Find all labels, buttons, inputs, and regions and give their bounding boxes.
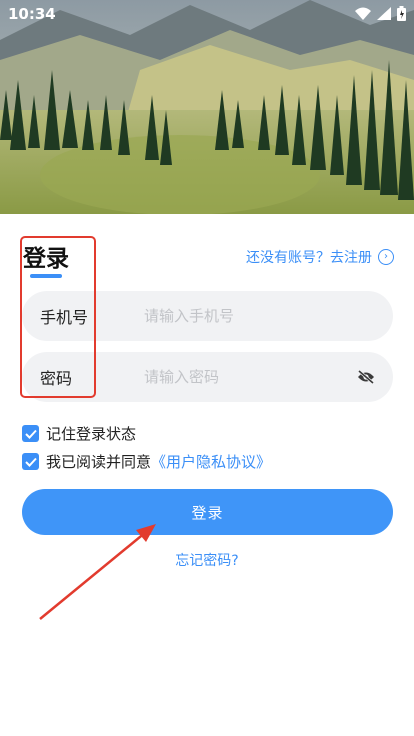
check-icon bbox=[24, 429, 37, 439]
agree-checkbox[interactable] bbox=[22, 453, 39, 470]
phone-label: 手机号 bbox=[40, 308, 89, 327]
phone-field[interactable]: 手机号 bbox=[22, 291, 393, 341]
privacy-policy-link[interactable]: 《用户隐私协议》 bbox=[151, 451, 271, 472]
password-input[interactable] bbox=[142, 358, 351, 396]
check-icon bbox=[24, 457, 37, 467]
forgot-password-link[interactable]: 忘记密码? bbox=[0, 550, 414, 570]
page-title: 登录 bbox=[23, 246, 69, 272]
password-label: 密码 bbox=[40, 369, 73, 388]
password-field[interactable]: 密码 bbox=[22, 352, 393, 402]
agree-option[interactable]: 我已阅读并同意 《用户隐私协议》 bbox=[22, 451, 271, 472]
eye-off-icon[interactable] bbox=[351, 362, 381, 392]
chevron-right-circle-icon: › bbox=[378, 249, 394, 265]
remember-checkbox[interactable] bbox=[22, 425, 39, 442]
battery-icon bbox=[397, 6, 406, 21]
remember-label: 记住登录状态 bbox=[46, 425, 137, 443]
remember-option[interactable]: 记住登录状态 bbox=[22, 423, 136, 444]
title-underline bbox=[30, 274, 62, 278]
login-button[interactable]: 登录 bbox=[22, 489, 393, 535]
agree-label: 我已阅读并同意 bbox=[46, 453, 152, 471]
status-time: 10:34 bbox=[8, 5, 56, 23]
wifi-icon bbox=[355, 7, 371, 20]
signal-icon bbox=[377, 7, 391, 20]
register-link[interactable]: 还没有账号？去注册 › bbox=[246, 247, 394, 267]
phone-input[interactable] bbox=[142, 297, 393, 335]
status-bar: 10:34 bbox=[0, 0, 414, 28]
hero-landscape-image bbox=[0, 0, 414, 214]
register-link-label: 还没有账号？去注册 bbox=[246, 250, 372, 266]
